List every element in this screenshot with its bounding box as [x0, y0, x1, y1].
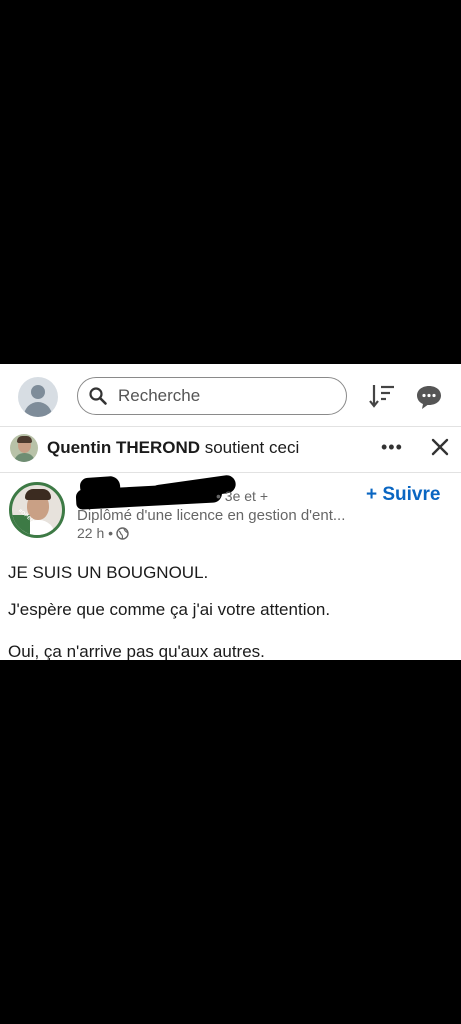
author-avatar[interactable]: #OPENTOWORK — [9, 482, 65, 538]
globe-icon — [116, 527, 129, 540]
follow-button[interactable]: + Suivre — [366, 484, 440, 506]
divider — [0, 426, 461, 427]
post-text-line-2: J'espère que comme ça j'ai votre attenti… — [8, 600, 331, 619]
post-time-text: 22 h • — [77, 525, 114, 541]
post-time: 22 h • — [77, 525, 129, 541]
message-icon[interactable] — [415, 384, 443, 410]
linkedin-screen: Quentin THEROND soutient ceci ••• #OPENT… — [0, 364, 461, 660]
post-text-line-1: JE SUIS UN BOUGNOUL. — [8, 563, 209, 582]
more-icon[interactable]: ••• — [381, 434, 405, 460]
context-action: soutient ceci — [200, 438, 300, 457]
social-context-text: Quentin THEROND soutient ceci — [47, 438, 299, 458]
top-bar — [0, 364, 461, 426]
search-icon — [89, 387, 107, 405]
sort-icon[interactable] — [368, 382, 396, 410]
post-text-line-3: Oui, ça n'arrive pas qu'aux autres. — [8, 642, 265, 660]
search-bar[interactable] — [77, 377, 347, 415]
social-context-row: Quentin THEROND soutient ceci ••• — [0, 428, 461, 470]
close-icon[interactable] — [429, 436, 451, 458]
search-input[interactable] — [118, 384, 333, 408]
supporter-name[interactable]: Quentin THEROND — [47, 438, 200, 457]
supporter-avatar[interactable] — [10, 434, 38, 462]
connection-degree: • 3e et + — [216, 488, 268, 504]
profile-avatar[interactable] — [18, 377, 58, 417]
author-headline: Diplômé d'une licence en gestion d'ent..… — [77, 507, 346, 524]
divider — [0, 472, 461, 473]
